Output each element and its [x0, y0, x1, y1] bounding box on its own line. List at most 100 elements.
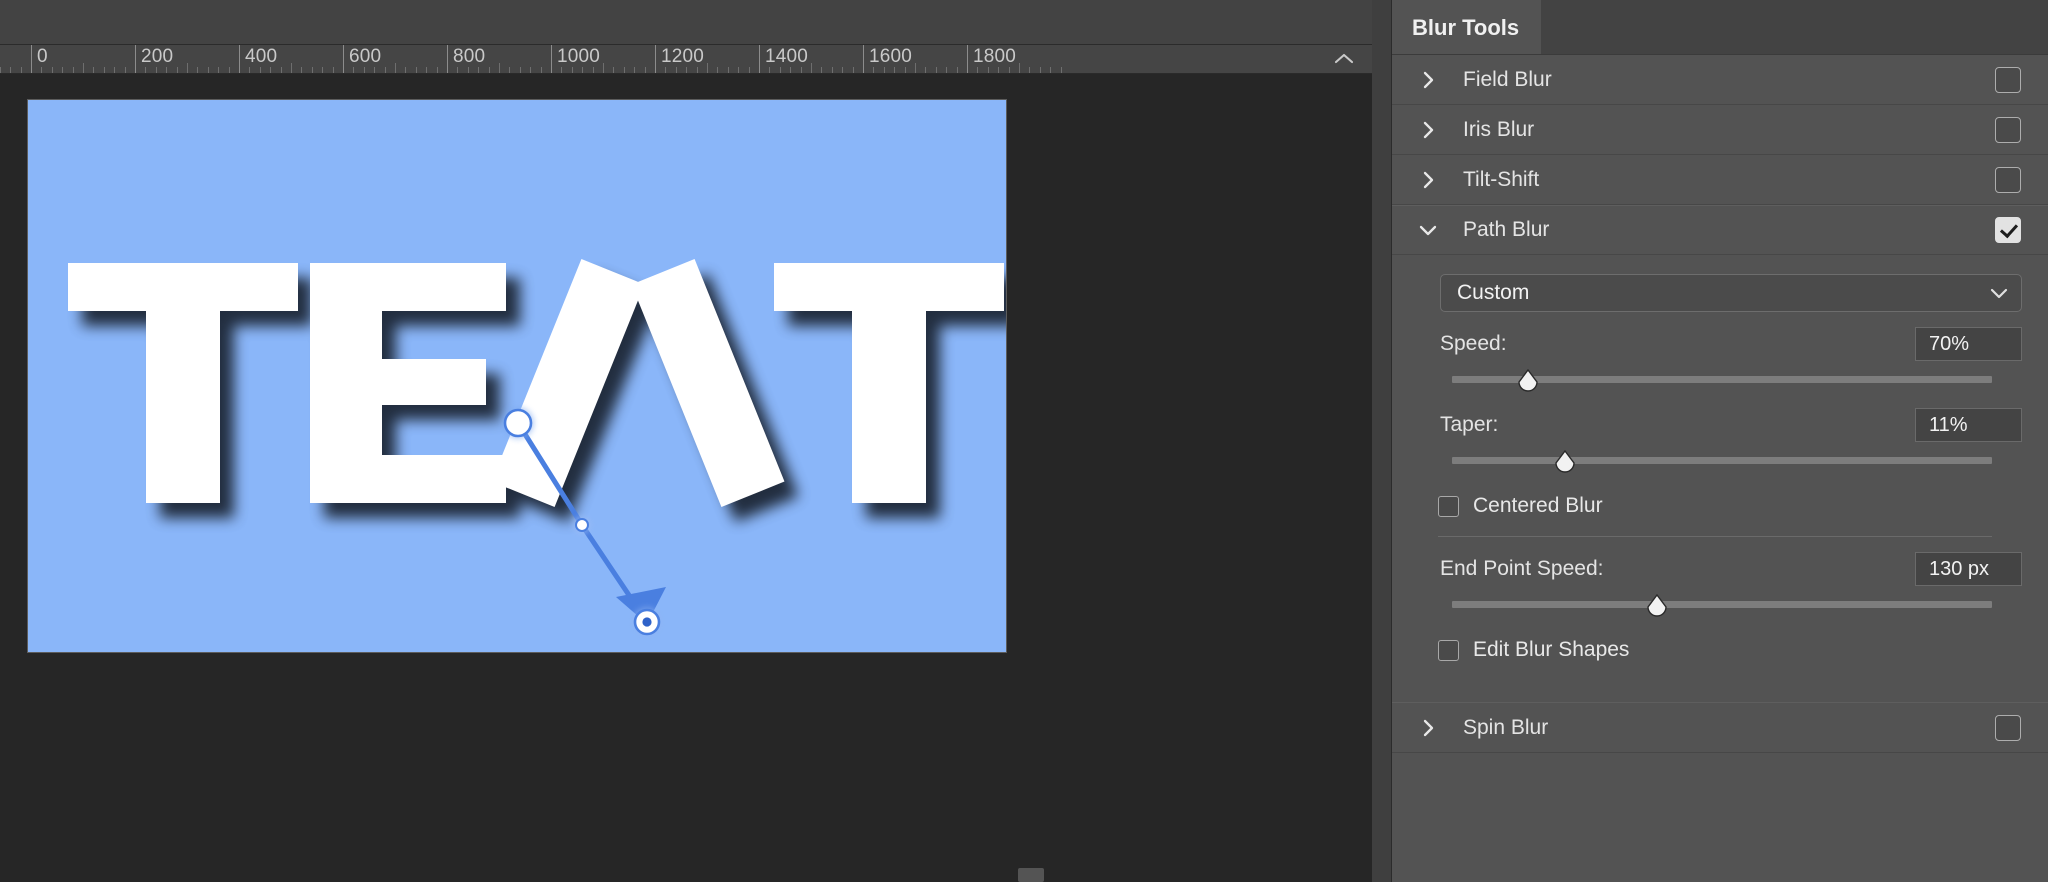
ruler-minor-tick [946, 67, 948, 73]
speed-value-field[interactable]: 70% [1915, 327, 2022, 361]
taper-slider-track[interactable] [1452, 457, 1992, 464]
taper-value-field[interactable]: 11% [1915, 408, 2022, 442]
ruler-minor-tick [831, 67, 833, 73]
horizontal-ruler[interactable]: 0 200 400 600 800 1000 1200 1400 1600 1800 [0, 45, 1391, 74]
section-field-blur-label: Field Blur [1463, 67, 1552, 91]
speed-slider-thumb[interactable] [1517, 369, 1539, 392]
ruler-minor-tick [124, 67, 126, 73]
ruler-minor-tick [405, 67, 407, 73]
ruler-label: 400 [245, 46, 278, 67]
ruler-minor-tick [707, 63, 708, 73]
checkbox-tilt-shift[interactable] [1995, 166, 2021, 193]
ruler-major-mark [863, 45, 864, 73]
checkbox-centered-blur[interactable] [1438, 495, 1459, 517]
ruler-minor-tick [935, 67, 937, 73]
canvas-viewport[interactable] [0, 74, 1372, 882]
section-path-blur-label: Path Blur [1463, 218, 1550, 241]
ruler-minor-tick [311, 67, 313, 73]
image-canvas[interactable] [27, 99, 1007, 653]
ruler-minor-tick [883, 67, 885, 73]
ruler-minor-tick [571, 67, 573, 73]
chevron-up-icon[interactable] [1331, 46, 1357, 72]
ruler-label: 1800 [973, 46, 1017, 67]
path-blur-content: Custom Speed: 70% Taper: 11% Centered Bl… [1392, 255, 2048, 702]
ruler-minor-tick [873, 67, 875, 73]
ruler-minor-tick [998, 67, 1000, 73]
section-iris-blur-label: Iris Blur [1463, 117, 1535, 141]
horizontal-scrollbar-nub[interactable] [1018, 868, 1044, 882]
ruler-minor-tick [1050, 67, 1052, 73]
ruler-minor-tick [114, 67, 116, 73]
ruler-label: 1600 [869, 46, 913, 67]
ruler-minor-tick [249, 67, 251, 73]
section-tilt-shift[interactable]: Tilt-Shift [1392, 155, 2048, 205]
chevron-right-icon[interactable] [1415, 715, 1441, 741]
end-point-speed-slider[interactable] [1452, 594, 1992, 618]
ruler-minor-tick [363, 67, 365, 73]
ruler-minor-tick [93, 67, 95, 73]
ruler-minor-tick [155, 67, 157, 73]
ruler-minor-tick [62, 67, 64, 73]
preset-dropdown-value: Custom [1457, 281, 1530, 304]
speed-slider[interactable] [1452, 369, 1992, 393]
chevron-down-icon[interactable] [1415, 217, 1441, 243]
taper-label: Taper: [1440, 413, 1499, 436]
ruler-minor-tick [915, 63, 916, 73]
ruler-minor-tick [0, 67, 1, 73]
ruler-minor-tick [811, 63, 812, 73]
ruler-minor-tick [166, 67, 168, 73]
checkbox-path-blur[interactable] [1995, 217, 2021, 243]
ruler-minor-tick [322, 67, 324, 73]
ruler-minor-tick [1029, 67, 1031, 73]
editor-area: 0 200 400 600 800 1000 1200 1400 1600 1800 [0, 0, 1391, 882]
ruler-minor-tick [197, 67, 199, 73]
ruler-minor-tick [20, 67, 22, 73]
checkbox-edit-blur-shapes[interactable] [1438, 639, 1459, 661]
checkbox-iris-blur[interactable] [1995, 116, 2021, 143]
ruler-minor-tick [415, 67, 417, 73]
preset-dropdown[interactable]: Custom [1440, 274, 2022, 312]
ruler-minor-tick [634, 67, 636, 73]
ruler-minor-tick [665, 67, 667, 73]
edit-blur-shapes-row[interactable]: Edit Blur Shapes [1438, 636, 2022, 664]
ruler-minor-tick [395, 63, 396, 73]
taper-row: Taper: 11% [1440, 407, 2022, 443]
chevron-right-icon[interactable] [1415, 67, 1441, 93]
ruler-minor-tick [1019, 63, 1020, 73]
ruler-minor-tick [842, 67, 844, 73]
checkbox-spin-blur[interactable] [1995, 714, 2021, 741]
section-path-blur[interactable]: Path Blur [1392, 205, 2048, 255]
ruler-minor-tick [530, 67, 532, 73]
chevron-right-icon[interactable] [1415, 167, 1441, 193]
end-point-speed-slider-track[interactable] [1452, 601, 1992, 608]
end-point-speed-value-field[interactable]: 130 px [1915, 552, 2022, 586]
section-iris-blur[interactable]: Iris Blur [1392, 105, 2048, 155]
ruler-minor-tick [717, 67, 719, 73]
tab-blur-tools[interactable]: Blur Tools [1392, 0, 1542, 54]
ruler-minor-tick [519, 67, 521, 73]
ruler-minor-tick [592, 67, 594, 73]
chevron-down-icon[interactable] [1989, 287, 2009, 300]
ruler-minor-tick [644, 67, 646, 73]
taper-slider-thumb[interactable] [1554, 450, 1576, 473]
ruler-label: 1400 [765, 46, 809, 67]
ruler-minor-tick [956, 67, 958, 73]
taper-slider[interactable] [1452, 450, 1992, 474]
end-point-speed-row: End Point Speed: 130 px [1440, 551, 2022, 587]
section-field-blur[interactable]: Field Blur [1392, 55, 2048, 105]
chevron-right-icon[interactable] [1415, 117, 1441, 143]
section-spin-blur[interactable]: Spin Blur [1392, 703, 2048, 753]
checkbox-field-blur[interactable] [1995, 66, 2021, 93]
ruler-minor-tick [488, 67, 490, 73]
ruler-minor-tick [467, 67, 469, 73]
ruler-minor-tick [613, 67, 615, 73]
ruler-minor-tick [103, 67, 105, 73]
ruler-minor-tick [748, 67, 750, 73]
ruler-minor-tick [509, 67, 511, 73]
ruler-minor-tick [270, 67, 272, 73]
ruler-minor-tick [353, 67, 355, 73]
end-point-speed-slider-thumb[interactable] [1646, 594, 1668, 617]
ruler-minor-tick [384, 67, 386, 73]
panel-tab-bar: Blur Tools [1392, 0, 2048, 55]
centered-blur-row[interactable]: Centered Blur [1438, 492, 2022, 520]
